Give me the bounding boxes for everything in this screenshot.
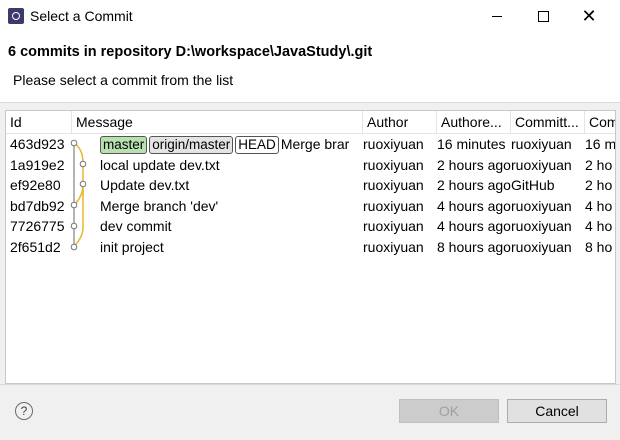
commit-authored-date: 2 hours ago <box>437 156 511 173</box>
close-icon: ✕ <box>581 6 597 26</box>
column-header-id[interactable]: Id <box>6 111 72 133</box>
commit-committer: ruoxiyuan <box>511 197 572 214</box>
commit-committed-date: 2 ho <box>585 177 613 194</box>
minimize-icon <box>492 15 502 17</box>
commit-message: Merge branch 'dev' <box>100 196 363 216</box>
commit-message: master origin/master HEAD Merge brar <box>100 134 363 154</box>
table-row[interactable]: bd7db92 Merge branch 'dev' ruoxiyuan 4 hour… <box>6 196 615 217</box>
window-title: Select a Commit <box>30 8 133 24</box>
footer-separator <box>0 384 620 385</box>
table-row[interactable]: 463d923 master origin/master HEAD Merge brar… <box>6 134 615 155</box>
commit-committed-date: 16 m <box>585 136 615 152</box>
title-bar: Select a Commit ✕ <box>0 0 620 32</box>
commit-committed-date: 8 ho <box>585 239 613 255</box>
commit-author: ruoxiyuan <box>363 197 424 214</box>
ref-badge: HEAD <box>235 136 279 154</box>
commit-committed-date: 4 ho <box>585 197 613 214</box>
commit-author: ruoxiyuan <box>363 218 424 235</box>
column-header-message[interactable]: Message <box>72 111 363 133</box>
ok-button[interactable]: OK <box>399 399 499 423</box>
dialog-title: 6 commits in repository D:\workspace\Jav… <box>8 44 373 60</box>
commit-authored-date: 4 hours ago <box>437 197 511 214</box>
commit-committed-date: 2 ho <box>585 156 613 173</box>
cancel-button[interactable]: Cancel <box>507 399 607 423</box>
commit-id: bd7db92 <box>10 197 65 214</box>
dialog-header: 6 commits in repository D:\workspace\Jav… <box>0 32 620 103</box>
commit-author: ruoxiyuan <box>363 156 424 173</box>
commit-message-text: Merge brar <box>280 136 350 152</box>
table-header: Id Message Author Authore... Committ... … <box>6 111 615 134</box>
commit-authored-date: 16 minutes <box>437 136 506 152</box>
commit-id: 2f651d2 <box>10 239 61 255</box>
table-row[interactable]: 2f651d2 init project ruoxiyuan 8 hours ago r… <box>6 237 615 258</box>
commit-committer: ruoxiyuan <box>511 156 572 173</box>
commit-authored-date: 8 hours ago <box>437 239 511 255</box>
commit-committed-date: 4 ho <box>585 218 613 235</box>
commit-committer: GitHub <box>511 177 555 194</box>
commit-committer: ruoxiyuan <box>511 136 572 152</box>
commit-author: ruoxiyuan <box>363 177 424 194</box>
commit-authored-date: 2 hours ago <box>437 177 511 194</box>
column-header-authored[interactable]: Authore... <box>437 111 511 133</box>
commit-message: Update dev.txt <box>100 175 363 195</box>
commit-message-text: init project <box>100 239 164 255</box>
commit-authored-date: 4 hours ago <box>437 218 511 235</box>
help-icon[interactable]: ? <box>15 402 33 420</box>
commit-id: ef92e80 <box>10 177 61 194</box>
commit-message: init project <box>100 237 363 257</box>
commit-id: 1a919e2 <box>10 156 65 173</box>
maximize-icon <box>537 10 549 22</box>
commit-committer: ruoxiyuan <box>511 239 572 255</box>
table-row[interactable]: ef92e80 Update dev.txt ruoxiyuan 2 hours ag… <box>6 175 615 196</box>
commit-id: 7726775 <box>10 218 65 235</box>
commit-message: dev commit <box>100 216 363 236</box>
commit-message-text: dev commit <box>100 218 172 235</box>
commit-message: local update dev.txt <box>100 155 363 175</box>
ref-badge: origin/master <box>149 136 234 154</box>
column-header-author[interactable]: Author <box>363 111 437 133</box>
commit-message-text: local update dev.txt <box>100 156 220 173</box>
commit-author: ruoxiyuan <box>363 239 424 255</box>
close-button[interactable]: ✕ <box>566 0 612 32</box>
commit-message-text: Merge branch 'dev' <box>100 197 219 214</box>
dialog-subtitle: Please select a commit from the list <box>13 72 234 88</box>
eclipse-icon <box>8 8 24 24</box>
column-header-committer[interactable]: Committ... <box>511 111 585 133</box>
ref-badge: master <box>100 136 148 154</box>
commit-message-text: Update dev.txt <box>100 177 190 194</box>
table-row[interactable]: 7726775 dev commit ruoxiyuan 4 hours ago ruo… <box>6 216 615 237</box>
table-row[interactable]: 1a919e2 local update dev.txt ruoxiyuan 2 ho… <box>6 155 615 176</box>
commit-committer: ruoxiyuan <box>511 218 572 235</box>
commit-id: 463d923 <box>10 136 65 152</box>
minimize-button[interactable] <box>474 0 520 32</box>
commit-author: ruoxiyuan <box>363 136 424 152</box>
maximize-button[interactable] <box>520 0 566 32</box>
commit-table[interactable]: Id Message Author Authore... Committ... … <box>5 110 616 384</box>
column-header-committed[interactable]: Com <box>585 111 615 133</box>
